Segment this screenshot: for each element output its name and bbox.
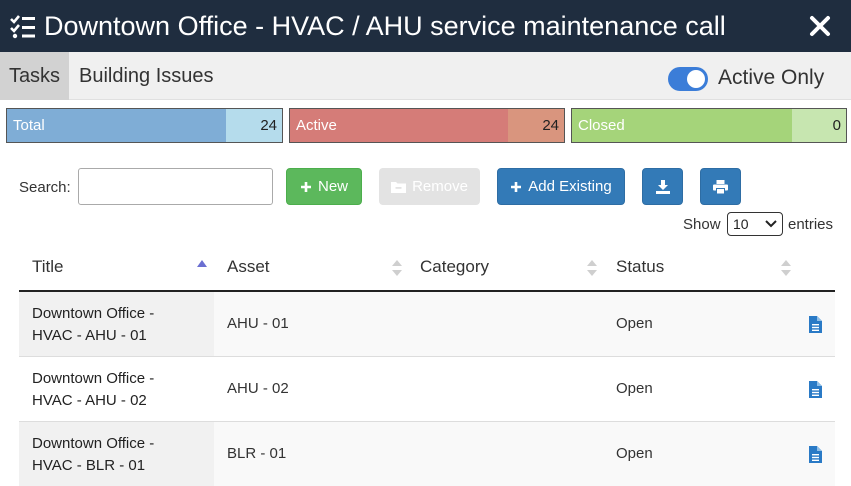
total-label: Total	[7, 109, 227, 142]
plus-icon	[511, 181, 522, 192]
download-icon	[655, 179, 670, 194]
remove-button[interactable]: Remove	[379, 168, 480, 205]
sort-icon	[587, 260, 597, 276]
document-icon[interactable]	[809, 446, 822, 463]
table-header: Title Asset Category Status	[19, 243, 835, 292]
column-header-label: Asset	[227, 257, 270, 276]
asset-cell: AHU - 01	[227, 315, 289, 332]
document-icon[interactable]	[809, 316, 822, 333]
add-existing-button-label: Add Existing	[528, 178, 612, 195]
status-cell: Open	[616, 315, 653, 332]
title-line: HVAC - AHU - 02	[32, 392, 147, 409]
status-cell: Open	[616, 445, 653, 462]
remove-button-label: Remove	[412, 178, 468, 195]
column-header-status[interactable]: Status	[616, 243, 801, 290]
active-stat-bar[interactable]: Active 24	[289, 108, 565, 143]
document-icon[interactable]	[809, 381, 822, 398]
closed-label: Closed	[572, 109, 793, 142]
add-existing-button[interactable]: Add Existing	[497, 168, 625, 205]
show-label: Show	[683, 216, 721, 233]
plus-icon	[300, 181, 311, 192]
title-line: Downtown Office -	[32, 435, 155, 452]
close-icon[interactable]	[809, 15, 831, 37]
column-header-title[interactable]: Title	[32, 243, 222, 290]
entries-select[interactable]: 10	[727, 212, 783, 236]
active-count: 24	[508, 109, 564, 142]
new-button[interactable]: New	[286, 168, 362, 205]
status-cell: Open	[616, 380, 653, 397]
closed-stat-bar[interactable]: Closed 0	[571, 108, 847, 143]
title-cell: Downtown Office - HVAC - AHU - 01	[19, 292, 214, 356]
active-only-toggle[interactable]	[668, 67, 708, 91]
search-label: Search:	[19, 179, 71, 196]
search-input[interactable]	[78, 168, 273, 205]
chevron-down-icon	[765, 220, 777, 228]
tab-building-issues[interactable]: Building Issues	[79, 52, 214, 100]
title-cell: Downtown Office - HVAC - BLR - 01	[19, 422, 214, 486]
entries-label: entries	[788, 216, 834, 233]
total-stat-bar[interactable]: Total 24	[6, 108, 283, 143]
entries-select-value: 10	[733, 216, 749, 232]
print-button[interactable]	[700, 168, 741, 205]
download-button[interactable]	[642, 168, 683, 205]
title-line: HVAC - AHU - 01	[32, 327, 147, 344]
column-header-label: Title	[32, 257, 64, 276]
table-row[interactable]: Downtown Office - HVAC - AHU - 02 AHU - …	[19, 357, 835, 422]
title-line: Downtown Office -	[32, 370, 155, 387]
table-row[interactable]: Downtown Office - HVAC - BLR - 01 BLR - …	[19, 422, 835, 486]
title-line: Downtown Office -	[32, 305, 155, 322]
sort-icon	[781, 260, 791, 276]
title-line: HVAC - BLR - 01	[32, 457, 146, 474]
printer-icon	[713, 179, 728, 194]
task-list-icon	[10, 15, 35, 39]
toggle-knob	[687, 70, 705, 88]
sort-icon	[392, 260, 402, 276]
active-label: Active	[290, 109, 509, 142]
column-header-label: Status	[616, 257, 665, 276]
new-button-label: New	[317, 178, 348, 195]
window-title: Downtown Office - HVAC / AHU service mai…	[44, 11, 726, 41]
title-bar: Downtown Office - HVAC / AHU service mai…	[0, 0, 851, 52]
folder-icon	[391, 181, 407, 193]
closed-count: 0	[792, 109, 846, 142]
total-count: 24	[226, 109, 282, 142]
active-only-label: Active Only	[718, 66, 825, 89]
tab-tasks[interactable]: Tasks	[0, 52, 69, 100]
asset-cell: BLR - 01	[227, 445, 287, 462]
title-cell: Downtown Office - HVAC - AHU - 02	[19, 357, 214, 421]
asset-cell: AHU - 02	[227, 380, 289, 397]
column-header-label: Category	[420, 257, 489, 276]
column-header-asset[interactable]: Asset	[227, 243, 412, 290]
column-header-category[interactable]: Category	[420, 243, 607, 290]
table-row[interactable]: Downtown Office - HVAC - AHU - 01 AHU - …	[19, 292, 835, 357]
sort-asc-icon	[197, 260, 207, 267]
